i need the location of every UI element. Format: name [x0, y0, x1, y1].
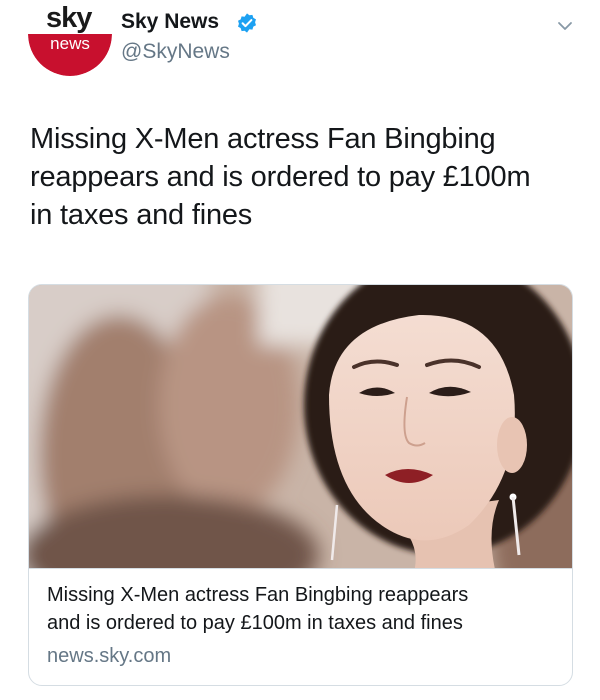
chevron-down-icon[interactable] — [555, 16, 575, 36]
link-card[interactable]: Missing X-Men actress Fan Bingbing reapp… — [28, 284, 573, 686]
portrait-photo — [29, 285, 572, 568]
avatar-logo-text: sky — [46, 2, 92, 34]
tweet-text-line: Missing X-Men actress Fan Bingbing — [30, 123, 496, 155]
avatar[interactable]: sky news — [28, 0, 112, 76]
tweet-text: Missing X-Men actress Fan Bingbing reapp… — [30, 120, 575, 234]
card-title-line: Missing X-Men actress Fan Bingbing reapp… — [47, 584, 469, 606]
card-title[interactable]: Missing X-Men actress Fan Bingbing reapp… — [47, 581, 562, 637]
author-name[interactable]: Sky News — [121, 10, 219, 34]
avatar-sub-text: news — [50, 34, 90, 53]
tweet-text-line: in taxes and fines — [30, 199, 253, 231]
verified-badge-icon — [238, 13, 256, 33]
card-domain[interactable]: news.sky.com — [47, 645, 171, 668]
author-handle[interactable]: @SkyNews — [121, 40, 230, 64]
card-photo — [29, 285, 572, 568]
tweet-text-line: reappears and is ordered to pay £100m — [30, 161, 531, 193]
card-divider — [29, 568, 572, 569]
card-title-line: and is ordered to pay £100m in taxes and… — [47, 612, 463, 634]
